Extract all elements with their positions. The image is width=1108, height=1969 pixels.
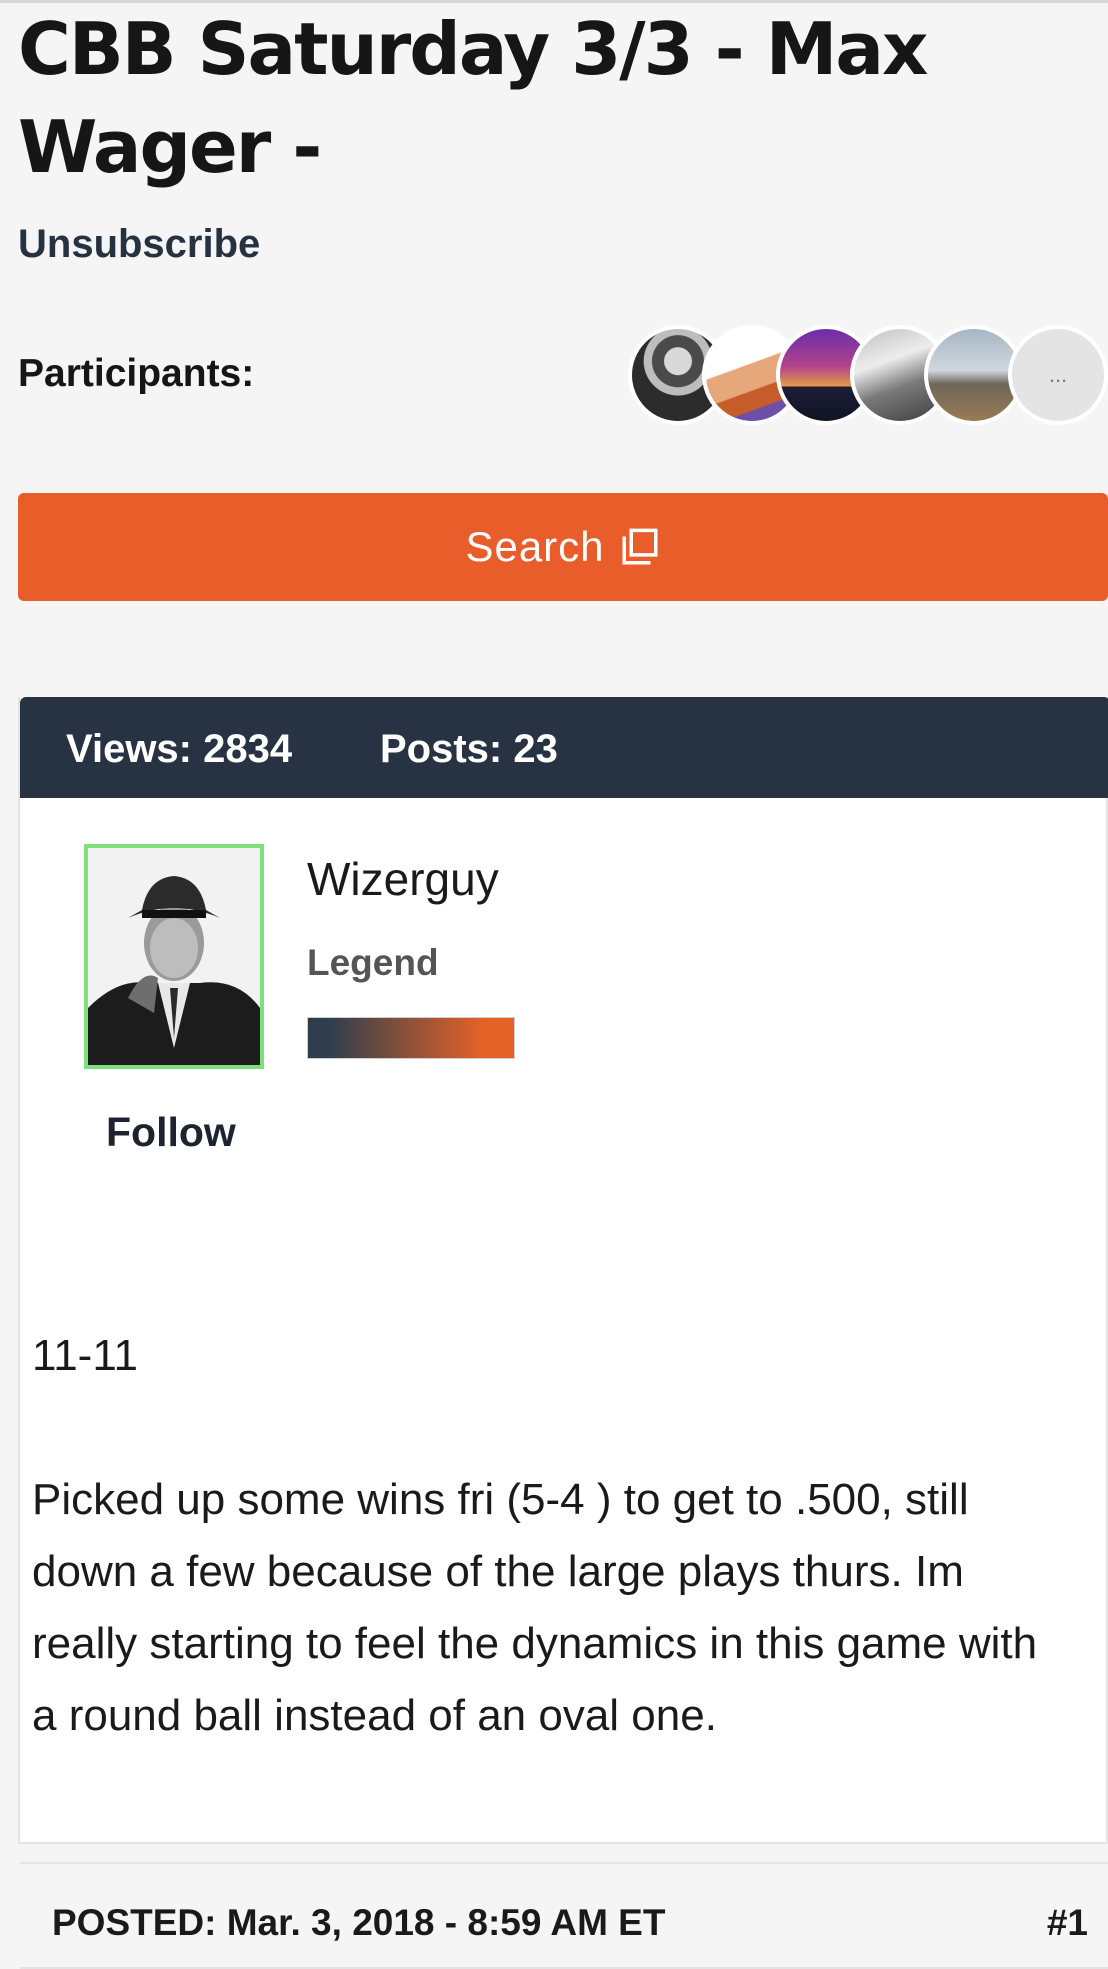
thread-stats-bar: Views: 2834 Posts: 23 xyxy=(20,697,1108,798)
participants-label: Participants: xyxy=(18,352,255,395)
username-link[interactable]: Wizerguy xyxy=(307,852,499,906)
copy-icon xyxy=(622,528,658,565)
search-button[interactable]: Search xyxy=(18,493,1108,601)
user-avatar[interactable] xyxy=(84,844,264,1069)
more-participants-button[interactable]: ... xyxy=(1008,325,1108,425)
follow-button[interactable]: Follow xyxy=(106,1109,236,1156)
participants-avatars: ... xyxy=(628,325,1108,429)
post-body-paragraph: Picked up some wins fri (5-4 ) to get to… xyxy=(32,1475,1038,1740)
avatar-photo xyxy=(88,848,260,1065)
post-body: 11-11 Picked up some wins fri (5-4 ) to … xyxy=(32,1320,1062,1752)
post-body-line: 11-11 xyxy=(32,1331,139,1380)
posts-count: Posts: 23 xyxy=(380,727,558,771)
post-timestamp: POSTED: Mar. 3, 2018 - 8:59 AM ET xyxy=(52,1902,666,1943)
profile-divider xyxy=(20,1862,1108,1864)
thread-title: CBB Saturday 3/3 - Max Wager - xyxy=(18,7,928,189)
user-rank: Legend xyxy=(307,942,439,983)
post-number-link[interactable]: #1 xyxy=(1047,1902,1088,1944)
views-count: Views: 2834 xyxy=(66,727,293,771)
unsubscribe-link[interactable]: Unsubscribe xyxy=(18,222,260,267)
rank-progress-bar xyxy=(307,1017,515,1059)
search-button-label: Search xyxy=(465,523,605,570)
